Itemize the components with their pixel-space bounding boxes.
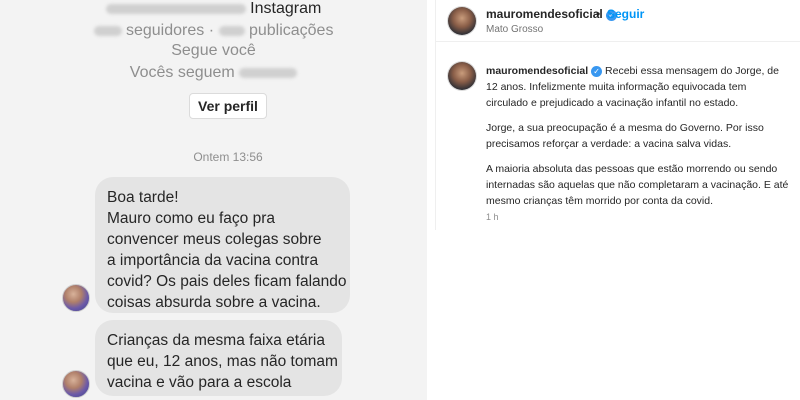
message-line: Mauro como eu faço pra	[107, 210, 276, 227]
caption-author-avatar[interactable]	[448, 62, 476, 90]
author-avatar[interactable]	[448, 7, 476, 35]
blurred-mutual-names	[239, 67, 298, 78]
post-caption: mauromendesoficial ✓ Recebi essa mensagem…	[486, 63, 791, 218]
follow-button[interactable]: Seguir	[607, 7, 644, 21]
sender-avatar[interactable]	[62, 370, 90, 398]
mutual-follow-prefix: Vocês seguem	[129, 64, 235, 81]
message-timestamp: Ontem 13:56	[193, 150, 263, 164]
post-header: mauromendesoficial ✓ • Seguir Mato Grosso	[436, 0, 800, 42]
blurred-username	[105, 3, 246, 14]
message-line: vacina e vão para a escola	[107, 374, 292, 391]
message-line: que eu, 12 anos, mas não tomam	[107, 353, 338, 370]
post-location[interactable]: Mato Grosso	[486, 24, 543, 35]
caption-paragraph: mauromendesoficial ✓ Recebi essa mensagem…	[486, 63, 791, 111]
header-separator: •	[596, 7, 601, 21]
followers-label: seguidores	[125, 22, 205, 39]
follows-you-text: Segue você	[171, 42, 256, 59]
message-line: covid? Os pais deles ficam falando	[107, 273, 347, 290]
blurred-post-count	[218, 25, 245, 36]
message-bubble: Boa tarde! Mauro como eu faço pra conven…	[95, 177, 350, 313]
view-profile-button[interactable]: Ver perfil	[189, 93, 267, 119]
message-line: Crianças da mesma faixa etária	[107, 332, 325, 349]
message-bubble: Crianças da mesma faixa etária que eu, 1…	[95, 320, 342, 396]
message-line: convencer meus colegas sobre	[107, 231, 322, 248]
post-time-ago[interactable]: 1 h	[486, 212, 499, 222]
profile-platform: Instagram	[250, 0, 322, 17]
stats-separator: ·	[208, 22, 219, 39]
sender-avatar[interactable]	[62, 284, 90, 312]
message-line: a importância da vacina contra	[107, 252, 319, 269]
caption-username[interactable]: mauromendesoficial	[486, 65, 588, 77]
author-username-text[interactable]: mauromendesoficial	[486, 7, 603, 21]
profile-header-line: Instagram	[0, 0, 427, 18]
posts-label: publicações	[248, 22, 334, 39]
profile-stats-line: seguidores · publicações	[0, 22, 427, 40]
message-line: coisas absurda sobre a vacina.	[107, 294, 321, 311]
message-line: Boa tarde!	[107, 189, 179, 206]
verified-badge-icon: ✓	[591, 66, 603, 77]
blurred-follower-count	[93, 25, 122, 36]
dm-conversation: Instagram seguidores · publicações Segue…	[0, 0, 427, 400]
caption-paragraph: Jorge, a sua preocupação é a mesma do Go…	[486, 122, 764, 150]
mutual-follow-line: Vocês seguem	[0, 64, 427, 82]
caption-paragraph: A maioria absoluta das pessoas que estão…	[486, 163, 789, 207]
instagram-post-panel: mauromendesoficial ✓ • Seguir Mato Grosso…	[435, 0, 800, 230]
